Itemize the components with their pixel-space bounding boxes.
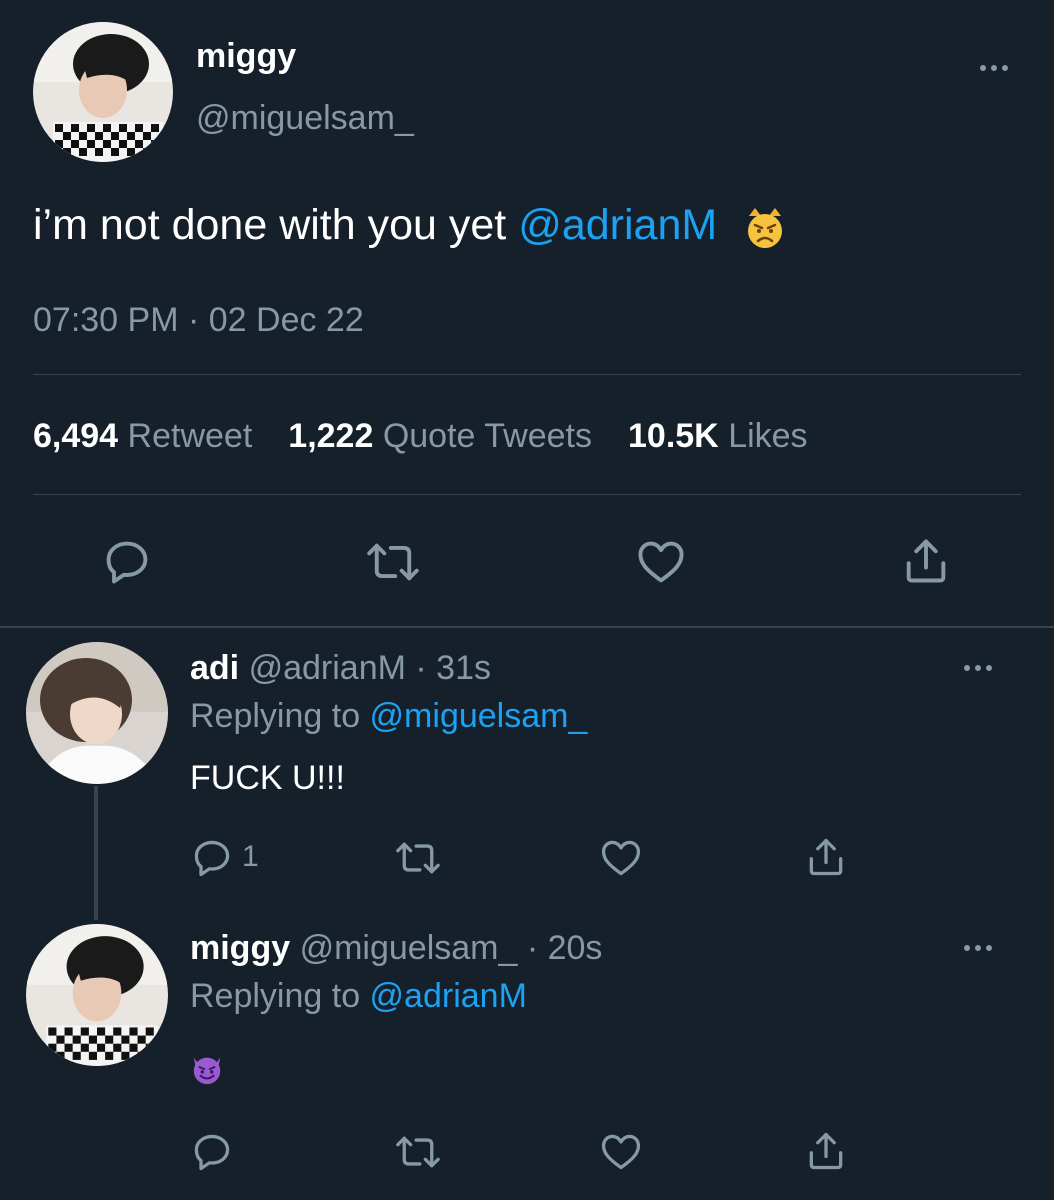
main-tweet-avatar[interactable] (33, 22, 173, 162)
likes-stat[interactable]: 10.5K Likes (628, 416, 808, 456)
reply-2-display-name[interactable]: miggy (190, 929, 290, 967)
thread-connector-line (94, 786, 98, 920)
cat-pouting-emoji (743, 206, 787, 250)
main-tweet-timestamp[interactable]: 07:30 PM · 02 Dec 22 (33, 300, 364, 340)
reply-1-replying-to: Replying to @miguelsam_ (190, 697, 588, 735)
reply-1-header: adi @adrianM · 31s (190, 648, 491, 688)
tweet-text-body: i’m not done with you yet (33, 201, 519, 249)
like-heart-icon[interactable] (634, 536, 688, 588)
reply-2-like-icon[interactable] (598, 1130, 644, 1174)
reply-1-display-name[interactable]: adi (190, 649, 239, 687)
reply-2-time[interactable]: · 20s (527, 929, 603, 967)
reply-2-avatar[interactable] (26, 924, 168, 1066)
quote-tweets-stat[interactable]: 1,222 Quote Tweets (288, 416, 592, 456)
reply-1-avatar[interactable] (26, 642, 168, 784)
reply-1-time[interactable]: · 31s (415, 649, 491, 687)
reply-2-reply-icon[interactable] (190, 1130, 234, 1174)
reply-icon[interactable] (101, 536, 153, 588)
reply-2-replying-to-link[interactable]: @adrianM (370, 977, 527, 1015)
reply-1-text: FUCK U!!! (190, 759, 345, 797)
reply-1-more-icon[interactable] (964, 658, 992, 678)
reply-2-replying-to: Replying to @adrianM (190, 977, 527, 1015)
main-tweet-display-name[interactable]: miggy (196, 36, 296, 76)
tweet-stats: 6,494 Retweet 1,222 Quote Tweets 10.5K L… (33, 416, 844, 456)
main-tweet-more-icon[interactable] (980, 58, 1008, 78)
reply-2-retweet-icon[interactable] (392, 1130, 444, 1174)
reply-2-header: miggy @miguelsam_ · 20s (190, 928, 602, 968)
smiling-devil-emoji (190, 1052, 224, 1086)
main-tweet-handle[interactable]: @miguelsam_ (196, 98, 414, 138)
share-icon[interactable] (900, 534, 952, 588)
reply-2-handle[interactable]: @miguelsam_ (300, 929, 518, 967)
reply-1-handle[interactable]: @adrianM (249, 649, 406, 687)
divider-top (33, 374, 1021, 375)
reply-2-share-icon[interactable] (804, 1128, 848, 1174)
retweet-icon[interactable] (362, 536, 424, 588)
divider-mid (33, 494, 1021, 495)
divider-replies (0, 626, 1054, 628)
reply-1-reply-count: 1 (242, 840, 259, 873)
reply-1-like-icon[interactable] (598, 836, 644, 880)
reply-1-replying-to-link[interactable]: @miguelsam_ (370, 697, 588, 735)
reply-1-retweet-icon[interactable] (392, 836, 444, 880)
reply-2-more-icon[interactable] (964, 938, 992, 958)
tweet-mention-link[interactable]: @adrianM (518, 201, 717, 249)
retweets-stat[interactable]: 6,494 Retweet (33, 416, 252, 456)
main-tweet-text: i’m not done with you yet @adrianM (33, 200, 787, 250)
reply-1-share-icon[interactable] (804, 834, 848, 880)
reply-1-reply-icon[interactable] (190, 836, 234, 880)
